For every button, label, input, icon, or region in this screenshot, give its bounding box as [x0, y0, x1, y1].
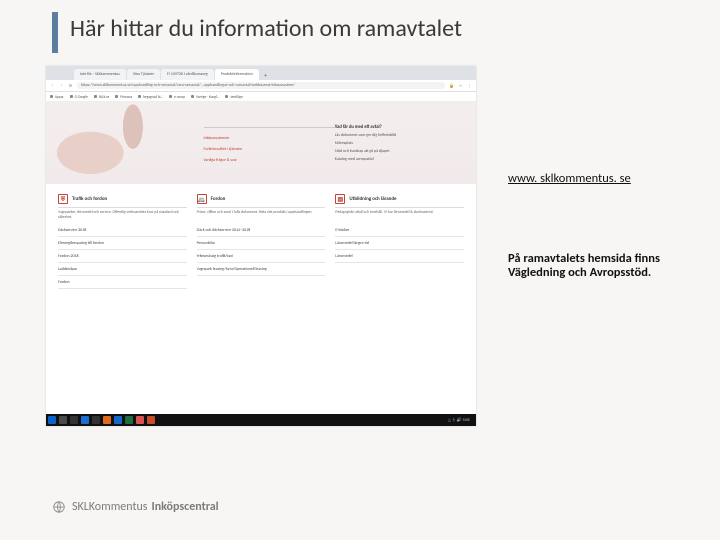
column-header[interactable]: ▤ Utbildning och lärande — [335, 194, 464, 208]
list-item[interactable]: Fordon 2018 — [58, 254, 187, 263]
bookmark-item[interactable]: SKLk.se — [94, 95, 109, 99]
website-link[interactable]: www. sklkommentus. se — [508, 171, 631, 186]
bookmark-item[interactable]: begagnad bi... — [138, 95, 163, 99]
list-item[interactable]: Laddstolpar — [58, 267, 187, 276]
bookmark-item[interactable]: Primona — [115, 95, 132, 99]
hero-line: Katalog med avropsstöd — [335, 157, 466, 162]
footer-brand: SKLKommentus Inköpscentral — [52, 500, 219, 514]
list-item[interactable]: E-böcker — [335, 228, 464, 237]
list-item[interactable]: Elenergibesparing till fordon — [58, 241, 187, 250]
globe-icon — [52, 500, 66, 514]
hero-link[interactable]: Inköpssystemen — [204, 136, 335, 141]
firefox-icon[interactable] — [103, 416, 111, 424]
category-column: ⛨ Trafik och fordon Vagnparker, drivmede… — [58, 194, 187, 289]
hero-mid-links: Inköpssystemen Funktionalitet i tjänsten… — [204, 102, 335, 184]
bookmark-item[interactable]: G Google — [70, 95, 88, 99]
bookmarks-bar: Appar G Google SKLk.se Primona begagnad … — [46, 92, 476, 102]
book-icon: ▤ — [335, 194, 345, 204]
page-hero: Inköpssystemen Funktionalitet i tjänsten… — [46, 102, 476, 184]
van-icon: 🚐 — [197, 194, 207, 204]
column-header[interactable]: ⛨ Trafik och fordon — [58, 194, 187, 208]
start-button[interactable] — [48, 416, 56, 424]
lock-icon: 🔒 — [449, 83, 454, 88]
address-bar[interactable]: https://www.sklkommentus.se/upphandling-… — [77, 82, 445, 89]
category-column: 🚐 Fordon Priser, villkor och avtal i ful… — [197, 194, 326, 289]
powerpoint-icon[interactable] — [147, 416, 155, 424]
hero-headline: Vad får du med ett avtal? — [335, 125, 466, 130]
column-subtitle: Pedagogiskt utfall och innehåll. Vi har … — [335, 211, 464, 223]
browser-tab[interactable]: FI 109726 i vård&omsorg — [161, 69, 214, 80]
taskview-icon[interactable] — [70, 416, 78, 424]
list-item[interactable]: Fordon — [58, 280, 187, 289]
bookmark-item[interactable]: tendSign — [225, 95, 242, 99]
chrome-icon[interactable] — [136, 416, 144, 424]
menu-icon[interactable]: ⋮ — [467, 83, 472, 88]
new-tab-button[interactable]: + — [262, 71, 270, 79]
browser-tab-active[interactable]: Produktinformation — [215, 69, 259, 80]
forward-icon[interactable]: › — [59, 83, 64, 88]
hero-image — [46, 102, 204, 184]
slide-title: Här hittar du information om ramavtalet — [0, 0, 720, 53]
windows-taskbar: △ ⏚ 🔊 SWE — [46, 414, 476, 426]
column-subtitle: Priser, villkor och avtal i fulla dokume… — [197, 211, 326, 223]
hero-line: Mötesplats — [335, 141, 466, 146]
hand-photo — [46, 102, 204, 184]
bookmark-item[interactable]: Sverige - Kungl... — [191, 95, 219, 99]
hero-right-text: Vad får du med ett avtal? Läs dokument s… — [335, 102, 476, 184]
browser-screenshot: Inte för - SKLkommentus Våra Tjänster FI… — [46, 66, 476, 426]
edge-icon[interactable] — [81, 416, 89, 424]
excel-icon[interactable] — [125, 416, 133, 424]
hero-link[interactable]: Funktionalitet i tjänsten — [204, 147, 335, 152]
title-accent-bar — [52, 12, 58, 53]
browser-tabstrip: Inte för - SKLkommentus Våra Tjänster FI… — [46, 66, 476, 80]
list-item[interactable]: Läromedel — [335, 254, 464, 263]
list-item[interactable]: Läromedel längre tid — [335, 241, 464, 250]
side-url: www. sklkommentus. se — [508, 168, 678, 187]
footer-brand-a: SKLKommentus — [72, 500, 148, 514]
browser-tab[interactable]: Våra Tjänster — [127, 69, 160, 80]
list-item[interactable]: Vagnpark leasing/hyra/Operationell leasi… — [197, 267, 326, 276]
page-columns: ⛨ Trafik och fordon Vagnparker, drivmede… — [46, 184, 476, 289]
list-item[interactable]: Yrkesmässig trafik/taxi — [197, 254, 326, 263]
outlook-icon[interactable] — [114, 416, 122, 424]
list-item[interactable]: Däckservice 2018 — [58, 228, 187, 237]
back-icon[interactable]: ‹ — [50, 83, 55, 88]
bookmark-item[interactable]: Appar — [50, 95, 64, 99]
shield-icon: ⛨ — [58, 194, 68, 204]
cortana-icon[interactable] — [59, 416, 67, 424]
category-column: ▤ Utbildning och lärande Pedagogiskt utf… — [335, 194, 464, 289]
slide-title-text: Här hittar du information om ramavtalet — [70, 12, 462, 53]
column-header[interactable]: 🚐 Fordon — [197, 194, 326, 208]
explorer-icon[interactable] — [92, 416, 100, 424]
list-item[interactable]: Däck och däckservice 2014–2018 — [197, 228, 326, 237]
reload-icon[interactable]: ⟳ — [68, 83, 73, 88]
hero-link[interactable]: Vanliga frågor & svar — [204, 158, 335, 163]
hero-line: Läs dokument som ger dig helhetsbild — [335, 133, 466, 138]
bookmark-item[interactable]: e-avrop — [169, 95, 185, 99]
list-item[interactable]: Personbilar — [197, 241, 326, 250]
browser-toolbar: ‹ › ⟳ https://www.sklkommentus.se/upphan… — [46, 80, 476, 92]
column-subtitle: Vagnparker, drivmedel och service. Offen… — [58, 211, 187, 223]
browser-tab[interactable]: Inte för - SKLkommentus — [74, 69, 126, 80]
system-tray[interactable]: △ ⏚ 🔊 SWE — [448, 417, 474, 423]
star-icon[interactable]: ☆ — [458, 83, 463, 88]
side-description: På ramavtalets hemsida finns Vägledning … — [508, 252, 678, 281]
hero-line: Stöd och kunskap att gå på djupet — [335, 149, 466, 154]
footer-brand-b: Inköpscentral — [152, 500, 219, 514]
